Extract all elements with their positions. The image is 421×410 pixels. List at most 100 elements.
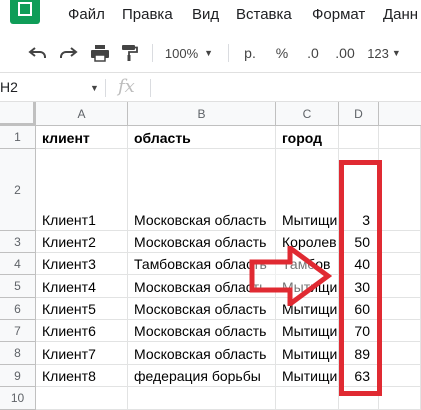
cell-e2[interactable] — [379, 149, 421, 231]
cell-d8[interactable]: 89 — [339, 342, 379, 365]
cell-b9[interactable]: федерация борьбы — [128, 365, 276, 387]
decrease-decimal-label: .0 — [307, 45, 319, 61]
cell-e5[interactable] — [379, 275, 421, 298]
cell-e9[interactable] — [379, 365, 421, 387]
cell-e8[interactable] — [379, 342, 421, 365]
cell-c2[interactable]: Мытищи — [276, 149, 339, 231]
cell-d6[interactable]: 60 — [339, 298, 379, 320]
row-header-10[interactable]: 10 — [0, 387, 36, 410]
cell-a7[interactable]: Клиент6 — [36, 320, 128, 342]
cell-c9[interactable]: Мытищи — [276, 365, 339, 387]
cell-a9[interactable]: Клиент8 — [36, 365, 128, 387]
cell-d5[interactable]: 30 — [339, 275, 379, 298]
cell-b6[interactable]: Московская область — [128, 298, 276, 320]
spreadsheet-grid[interactable]: A B C D 1 2 3 4 5 6 7 8 9 10 клиент обла… — [0, 102, 421, 410]
redo-button[interactable] — [56, 42, 80, 64]
cell-d10[interactable] — [339, 387, 379, 410]
cell-c10[interactable] — [276, 387, 339, 410]
cell-c3[interactable]: Королев — [276, 231, 339, 253]
cell-b3[interactable]: Московская область — [128, 231, 276, 253]
row-header-2[interactable]: 2 — [0, 149, 36, 231]
column-header-c[interactable]: C — [276, 102, 339, 126]
cell-c1[interactable]: город — [276, 126, 339, 149]
row-header-4[interactable]: 4 — [0, 253, 36, 275]
cell-d3[interactable]: 50 — [339, 231, 379, 253]
cell-a1[interactable]: клиент — [36, 126, 128, 149]
more-formats-label: 123 — [367, 45, 389, 61]
formula-bar: H2 ▼ fx — [0, 72, 421, 102]
cell-e4[interactable] — [379, 253, 421, 275]
menu-file[interactable]: Файл — [68, 6, 105, 23]
cell-e3[interactable] — [379, 231, 421, 253]
cell-d1[interactable] — [339, 126, 379, 149]
cell-a10[interactable] — [36, 387, 128, 410]
chevron-down-icon: ▼ — [90, 83, 99, 93]
sheets-logo-icon[interactable] — [10, 0, 40, 24]
currency-button[interactable]: р. — [240, 42, 260, 64]
cell-d2[interactable]: 3 — [339, 149, 379, 231]
row-header-7[interactable]: 7 — [0, 320, 36, 342]
menu-edit[interactable]: Правка — [122, 6, 173, 23]
cell-d9[interactable]: 63 — [339, 365, 379, 387]
cell-d7[interactable]: 70 — [339, 320, 379, 342]
row-header-8[interactable]: 8 — [0, 342, 36, 365]
row-header-1[interactable]: 1 — [0, 126, 36, 149]
formula-divider — [150, 79, 151, 97]
cell-e10[interactable] — [379, 387, 421, 410]
cell-a8[interactable]: Клиент7 — [36, 342, 128, 365]
cell-a5[interactable]: Клиент4 — [36, 275, 128, 298]
column-header-e[interactable] — [379, 102, 421, 126]
cell-b2[interactable]: Московская область — [128, 149, 276, 231]
cell-c7[interactable]: Мытищи — [276, 320, 339, 342]
menu-data[interactable]: Данн — [383, 6, 418, 23]
cell-c8[interactable]: Мытищи — [276, 342, 339, 365]
cell-b5[interactable]: Московская область — [128, 275, 276, 298]
column-header-b[interactable]: B — [128, 102, 276, 126]
formula-divider — [105, 79, 106, 97]
menu-format[interactable]: Формат — [312, 6, 365, 23]
menu-insert[interactable]: Вставка — [236, 6, 292, 23]
cell-a2[interactable]: Клиент1 — [36, 149, 128, 231]
cell-d4[interactable]: 40 — [339, 253, 379, 275]
zoom-value: 100% — [164, 45, 199, 61]
undo-button[interactable] — [26, 42, 50, 64]
cell-b7[interactable]: Московская область — [128, 320, 276, 342]
toolbar-divider — [228, 44, 229, 62]
cell-c6[interactable]: Мытищи — [276, 298, 339, 320]
cell-b10[interactable] — [128, 387, 276, 410]
row-header-3[interactable]: 3 — [0, 231, 36, 253]
chevron-down-icon: ▼ — [204, 48, 214, 58]
cell-c4[interactable]: Тамбов — [276, 253, 339, 275]
zoom-select[interactable]: 100% ▼ — [164, 42, 214, 64]
more-formats-button[interactable]: 123 ▼ — [364, 42, 404, 64]
row-header-5[interactable]: 5 — [0, 275, 36, 298]
cell-a3[interactable]: Клиент2 — [36, 231, 128, 253]
row-header-6[interactable]: 6 — [0, 298, 36, 320]
toolbar: 100% ▼ р. % .0 .00 123 ▼ — [0, 34, 421, 72]
menu-bar: Файл Правка Вид Вставка Формат Данн — [0, 0, 421, 34]
fx-icon: fx — [118, 76, 135, 97]
column-header-d[interactable]: D — [339, 102, 379, 126]
paint-roller-icon — [122, 45, 138, 61]
cell-b1[interactable]: область — [128, 126, 276, 149]
print-button[interactable] — [88, 42, 112, 64]
column-header-a[interactable]: A — [36, 102, 128, 126]
paint-format-button[interactable] — [118, 42, 142, 64]
row-header-9[interactable]: 9 — [0, 365, 36, 387]
cell-e7[interactable] — [379, 320, 421, 342]
increase-decimal-button[interactable]: .00 — [332, 42, 358, 64]
decrease-decimal-button[interactable]: .0 — [300, 42, 326, 64]
percent-button[interactable]: % — [272, 42, 292, 64]
cell-c5[interactable]: Мытищи — [276, 275, 339, 298]
cell-b4[interactable]: Тамбовская область — [128, 253, 276, 275]
select-all-corner[interactable] — [0, 102, 36, 126]
cell-a4[interactable]: Клиент3 — [36, 253, 128, 275]
menu-view[interactable]: Вид — [192, 6, 219, 23]
print-icon — [91, 45, 109, 62]
undo-icon — [28, 47, 46, 58]
cell-e1[interactable] — [379, 126, 421, 149]
cell-e6[interactable] — [379, 298, 421, 320]
cell-b8[interactable]: Московская область — [128, 342, 276, 365]
cell-a6[interactable]: Клиент5 — [36, 298, 128, 320]
name-box[interactable]: H2 — [0, 79, 18, 95]
